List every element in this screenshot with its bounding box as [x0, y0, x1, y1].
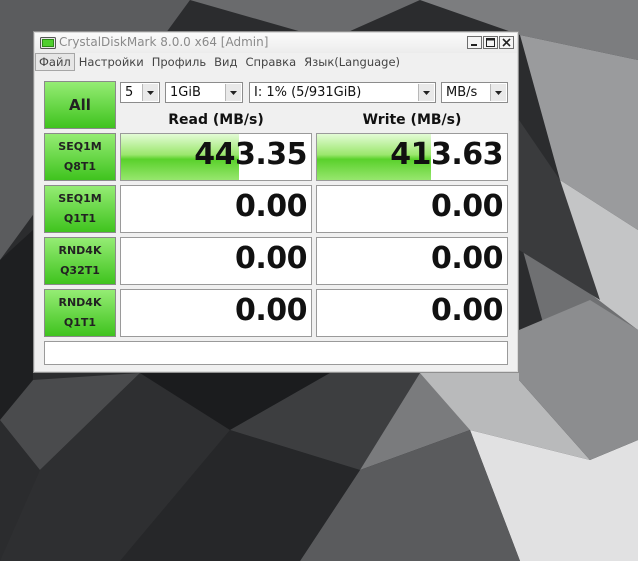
write-value: 0.00 — [430, 241, 504, 276]
menu-settings[interactable]: Настройки — [75, 54, 148, 70]
count-dropdown-arrow — [142, 84, 158, 101]
chevron-down-icon — [423, 90, 430, 95]
minimize-button[interactable] — [467, 36, 482, 49]
read-value: 0.00 — [234, 189, 308, 224]
write-header: Write (MB/s) — [362, 112, 462, 128]
all-button-label: All — [69, 96, 91, 114]
read-result-1: 443.35 — [120, 133, 312, 181]
menu-bar: Файл Настройки Профиль Вид Справка Язык(… — [35, 53, 517, 71]
write-result-2: 0.00 — [316, 185, 508, 233]
read-value: 443.35 — [194, 137, 307, 172]
chevron-down-icon — [495, 90, 502, 95]
test-name: SEQ1M — [58, 192, 102, 205]
test-queue: Q1T1 — [63, 212, 97, 225]
chevron-down-icon — [230, 90, 237, 95]
write-result-4: 0.00 — [316, 289, 508, 337]
test-queue: Q1T1 — [63, 316, 97, 329]
size-dropdown-arrow — [225, 84, 241, 101]
chevron-down-icon — [147, 90, 154, 95]
drive-value: I: 1% (5/931GiB) — [254, 85, 362, 100]
read-value: 0.00 — [234, 241, 308, 276]
unit-dropdown-arrow — [490, 84, 506, 101]
drive-dropdown-arrow — [418, 84, 434, 101]
size-value: 1GiB — [170, 85, 201, 100]
test-queue: Q8T1 — [63, 160, 97, 173]
test-name: SEQ1M — [58, 140, 102, 153]
read-result-4: 0.00 — [120, 289, 312, 337]
read-value: 0.00 — [234, 293, 308, 328]
menu-view[interactable]: Вид — [210, 54, 241, 70]
write-value: 0.00 — [430, 189, 504, 224]
test-name: RND4K — [58, 296, 102, 309]
title-bar[interactable]: CrystalDiskMark 8.0.0 x64 [Admin] — [35, 33, 517, 53]
menu-language[interactable]: Язык(Language) — [300, 54, 404, 70]
all-button[interactable]: All — [44, 81, 116, 129]
test-button-1[interactable]: SEQ1M Q8T1 — [44, 133, 116, 181]
test-name: RND4K — [58, 244, 102, 257]
unit-value: MB/s — [446, 85, 478, 100]
count-value: 5 — [125, 85, 134, 100]
menu-file[interactable]: Файл — [35, 53, 75, 71]
crystaldiskmark-window: CrystalDiskMark 8.0.0 x64 [Admin] Файл Н… — [33, 31, 519, 373]
count-select[interactable]: 5 — [120, 82, 160, 103]
test-button-2[interactable]: SEQ1M Q1T1 — [44, 185, 116, 233]
write-result-3: 0.00 — [316, 237, 508, 285]
test-queue: Q32T1 — [60, 264, 100, 277]
maximize-button[interactable] — [483, 36, 498, 49]
drive-select[interactable]: I: 1% (5/931GiB) — [249, 82, 436, 103]
status-bar — [44, 341, 508, 365]
test-button-4[interactable]: RND4K Q1T1 — [44, 289, 116, 337]
read-result-2: 0.00 — [120, 185, 312, 233]
menu-profile[interactable]: Профиль — [148, 54, 210, 70]
size-select[interactable]: 1GiB — [165, 82, 243, 103]
maximize-icon — [486, 38, 495, 47]
close-button[interactable] — [499, 36, 514, 49]
read-result-3: 0.00 — [120, 237, 312, 285]
test-button-3[interactable]: RND4K Q32T1 — [44, 237, 116, 285]
close-icon — [502, 38, 511, 47]
write-value: 0.00 — [430, 293, 504, 328]
read-header: Read (MB/s) — [168, 112, 264, 128]
write-value: 413.63 — [390, 137, 503, 172]
app-icon — [40, 37, 56, 49]
unit-select[interactable]: MB/s — [441, 82, 508, 103]
minimize-icon — [471, 44, 477, 46]
write-result-1: 413.63 — [316, 133, 508, 181]
window-title: CrystalDiskMark 8.0.0 x64 [Admin] — [59, 35, 269, 49]
menu-help[interactable]: Справка — [241, 54, 300, 70]
